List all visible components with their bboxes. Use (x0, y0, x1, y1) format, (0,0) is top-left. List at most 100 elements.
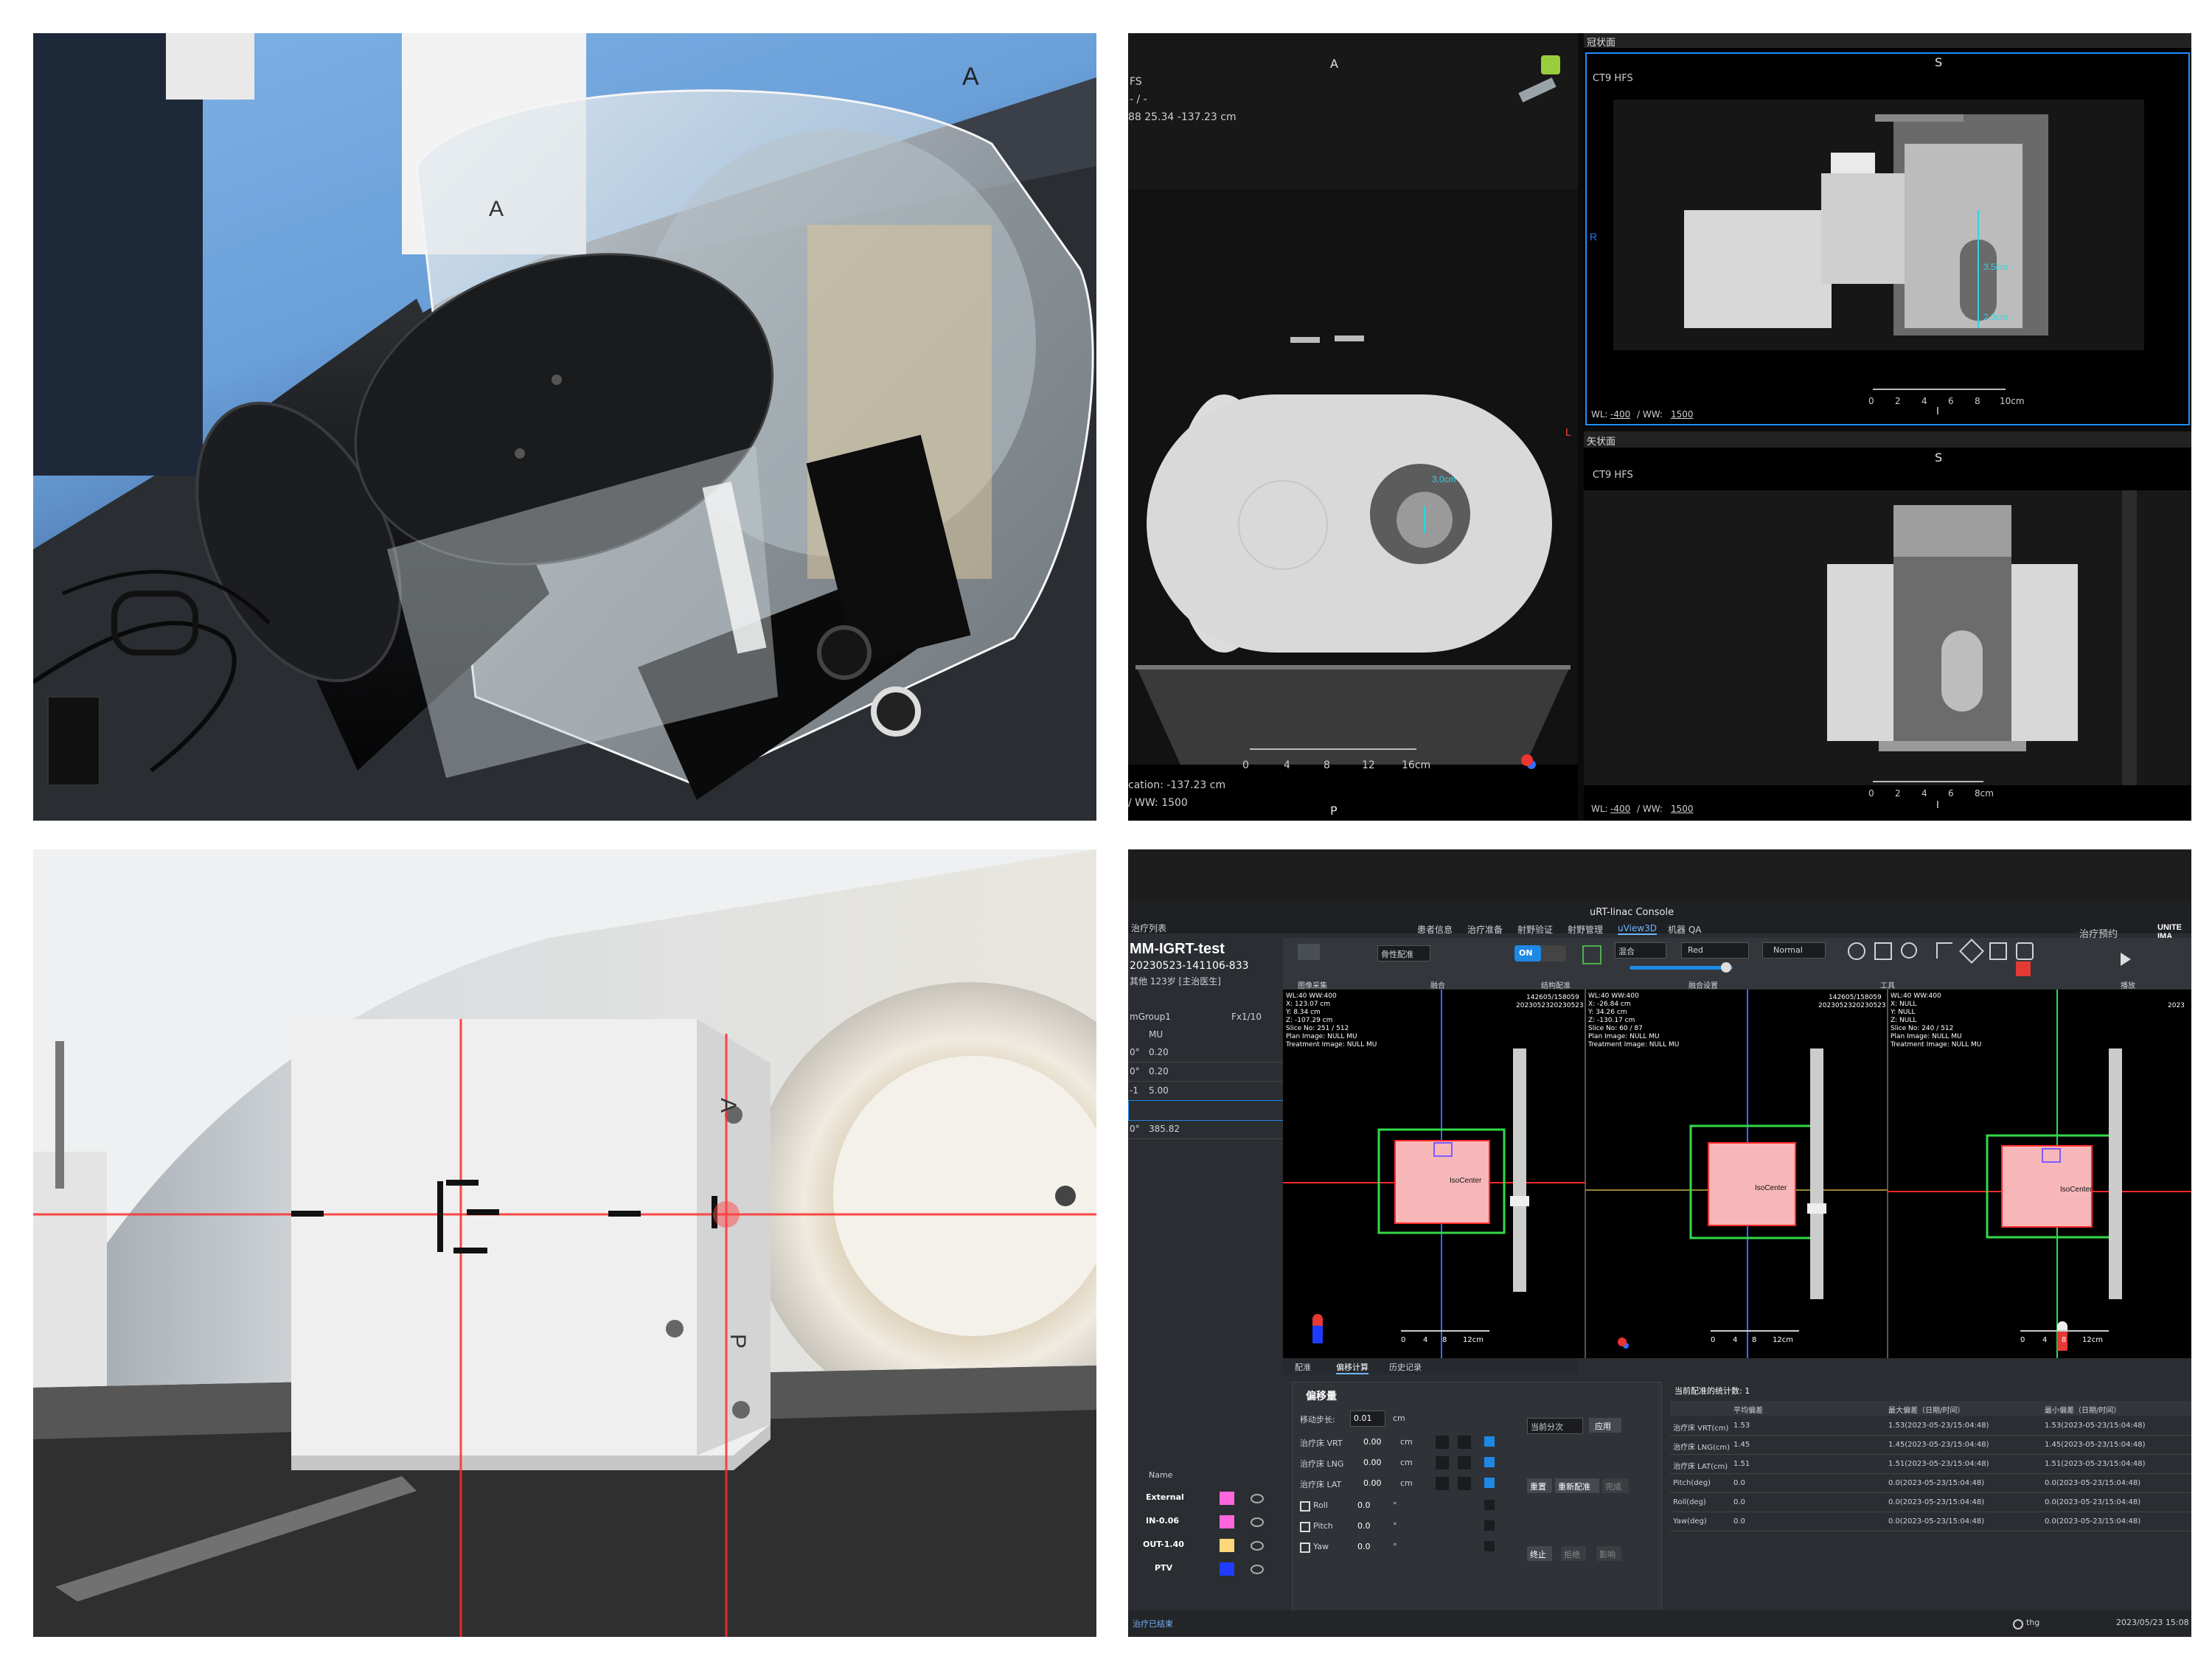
tab-uview3d[interactable]: uView3D (1618, 923, 1657, 935)
stats-header: 平均偏差 最大偏差（日期/时间） 最小偏差（日期/时间） (1670, 1401, 2191, 1416)
tab-prep[interactable]: 治疗准备 (1467, 923, 1503, 936)
minus-button[interactable] (1436, 1477, 1449, 1490)
view1-id2: 2023052320230523 (1516, 1002, 1584, 1009)
minus-button[interactable] (1436, 1436, 1449, 1449)
struct-row[interactable]: OUT-1.40 (1128, 1534, 1283, 1556)
beam-row[interactable]: 0° 385.82 (1128, 1119, 1283, 1139)
eraser-icon[interactable] (2016, 942, 2034, 960)
accept-button[interactable]: 影响 (1596, 1546, 1621, 1561)
checkbox[interactable] (1484, 1500, 1495, 1510)
apply-button[interactable]: 应用 (1589, 1418, 1621, 1433)
check-icon[interactable] (1484, 1457, 1495, 1467)
pan-icon[interactable] (1874, 942, 1892, 960)
views-area: WL:40 WW:400 X: 123.07 cm Y: 8.34 cm Z: … (1283, 990, 2191, 1358)
axial-top-letter: A (1330, 57, 1338, 71)
axial-bottom-letter: P (1330, 804, 1338, 818)
step-label: 移动步长: (1300, 1415, 1335, 1425)
view1-iso: IsoCenter (1450, 1177, 1482, 1185)
dd-blend[interactable]: 混合 (1615, 942, 1666, 959)
struct-row[interactable]: External (1128, 1486, 1283, 1509)
view3-iso: IsoCenter (2060, 1186, 2093, 1194)
play-icon[interactable] (2121, 953, 2131, 966)
reset-button[interactable]: 重置 (1527, 1478, 1552, 1493)
crop-icon[interactable] (1989, 942, 2007, 960)
axis-icon (1521, 754, 1533, 766)
coronal-view[interactable]: 冠状面 S CT9 HFS R 3.5cm 2.3cm 0 2 4 6 8 10… (1584, 33, 2191, 427)
stats-table: 当前配准的统计数: 1 平均偏差 最大偏差（日期/时间） 最小偏差（日期/时间）… (1670, 1382, 2191, 1610)
cube-mark-p: P (726, 1333, 751, 1349)
undo-icon[interactable] (1936, 942, 1952, 959)
view2-id2: 2023052320230523 (1818, 1002, 1886, 1009)
dd-fusion[interactable]: 骨性配准 (1377, 945, 1430, 961)
axial-info-1: FS (1130, 76, 1142, 88)
eye-icon[interactable] (1251, 1494, 1264, 1503)
step-select[interactable]: 0.01 (1350, 1411, 1385, 1427)
on-toggle[interactable]: ON (1514, 945, 1566, 961)
eye-icon[interactable] (1251, 1517, 1264, 1527)
patient-figure-icon (1312, 1314, 1323, 1343)
console-photo: uRT-linac Console 治疗列表 患者信息 治疗准备 射野验证 射野… (1128, 849, 2191, 1637)
check-icon[interactable] (1484, 1478, 1495, 1488)
struct-row[interactable]: IN-0.06 (1128, 1510, 1283, 1532)
sagittal-series: CT9 HFS (1593, 470, 1633, 481)
tab-field-verify[interactable]: 射野验证 (1517, 923, 1553, 936)
tab-machine-qa[interactable]: 机器 QA (1668, 923, 1701, 936)
beam-row[interactable]: -1 5.00 (1128, 1081, 1283, 1101)
step-unit: cm (1393, 1413, 1405, 1423)
coronal-top-letter: S (1935, 55, 1943, 69)
checkbox[interactable] (1484, 1520, 1495, 1531)
coronal-title: 冠状面 (1587, 37, 1616, 48)
opacity-slider[interactable] (1630, 962, 1733, 973)
color-icon[interactable] (2016, 961, 2031, 976)
axial-measure: 3.0cm (1432, 474, 1456, 484)
phantom-illustration (33, 33, 1096, 821)
zoom-icon[interactable] (1901, 942, 1917, 959)
eye-icon[interactable] (1251, 1565, 1264, 1574)
dd-normal[interactable]: Normal (1762, 942, 1826, 959)
beam-row[interactable]: 0° 0.20 (1128, 1043, 1283, 1062)
check-icon[interactable] (1484, 1436, 1495, 1447)
left-tab[interactable]: 治疗列表 (1131, 922, 1166, 934)
plus-button[interactable] (1458, 1477, 1471, 1490)
beam-row[interactable]: 0° 0.20 (1128, 1062, 1283, 1082)
struct-color-swatch (1220, 1492, 1234, 1505)
axial-view[interactable]: A FS - / - 88 25.34 -137.23 cm 3.0cm L 0… (1128, 33, 1578, 821)
group-name: mGroup1 (1130, 1012, 1171, 1022)
console-screen: uRT-linac Console 治疗列表 患者信息 治疗准备 射野验证 射野… (1128, 901, 2191, 1637)
acquire-icon[interactable] (1298, 944, 1320, 960)
reregister-button[interactable]: 重新配准 (1555, 1478, 1599, 1493)
sagittal-view[interactable]: 矢状面 S CT9 HFS A 0 2 4 6 8cm I WL: -400 /… (1584, 431, 2191, 821)
offset-row: Pitch 0.0 ° (1300, 1518, 1514, 1536)
tab-register[interactable]: 配准 (1295, 1361, 1311, 1373)
axial-right-letter: L (1565, 428, 1571, 439)
tab-patient-info[interactable]: 患者信息 (1417, 923, 1453, 936)
offset-row: 治疗床 VRT 0.00 cm (1300, 1434, 1514, 1452)
struct-row[interactable]: PTV (1128, 1557, 1283, 1579)
brightness-icon[interactable] (1848, 942, 1865, 960)
tool-icons (1848, 939, 2062, 978)
toolbar-group-labels: 图像采集 融合 结构配准 融合设置 工具 播放 (1298, 982, 2135, 990)
stop-button[interactable]: 终止 (1527, 1546, 1552, 1561)
view1-id1: 142605/158059 (1526, 994, 1579, 1001)
draw-icon[interactable] (1959, 939, 1984, 964)
reject-button[interactable]: 拒绝 (1561, 1546, 1586, 1561)
status-time: 2023/05/23 15:08 (2116, 1618, 2189, 1627)
checkbox[interactable] (1484, 1541, 1495, 1551)
sagittal-title: 矢状面 (1587, 436, 1616, 447)
done-button[interactable]: 完成 (1602, 1478, 1629, 1493)
eye-icon[interactable] (1251, 1541, 1264, 1551)
group-list: mGroup1 Fx1/10 MU 0° 0.20 0° 0.20 -1 5.0… (1128, 990, 1284, 1402)
offset-title: 偏移量 (1306, 1390, 1337, 1402)
tab-field-mgmt[interactable]: 射野管理 (1568, 923, 1603, 936)
patient-details: 其他 123岁 [主治医生] (1130, 976, 1221, 987)
plus-button[interactable] (1458, 1436, 1471, 1449)
plus-button[interactable] (1458, 1456, 1471, 1470)
minus-button[interactable] (1436, 1456, 1449, 1470)
fraction-select[interactable]: 当前分次 (1527, 1418, 1583, 1434)
tab-history[interactable]: 历史记录 (1389, 1361, 1422, 1373)
struct-color-swatch (1220, 1515, 1234, 1528)
fusion-settings-icon[interactable] (1582, 945, 1601, 964)
dd-color[interactable]: Red (1681, 942, 1749, 959)
tab-offset-calc[interactable]: 偏移计算 (1336, 1361, 1368, 1374)
beam-row-selected[interactable] (1128, 1100, 1284, 1121)
